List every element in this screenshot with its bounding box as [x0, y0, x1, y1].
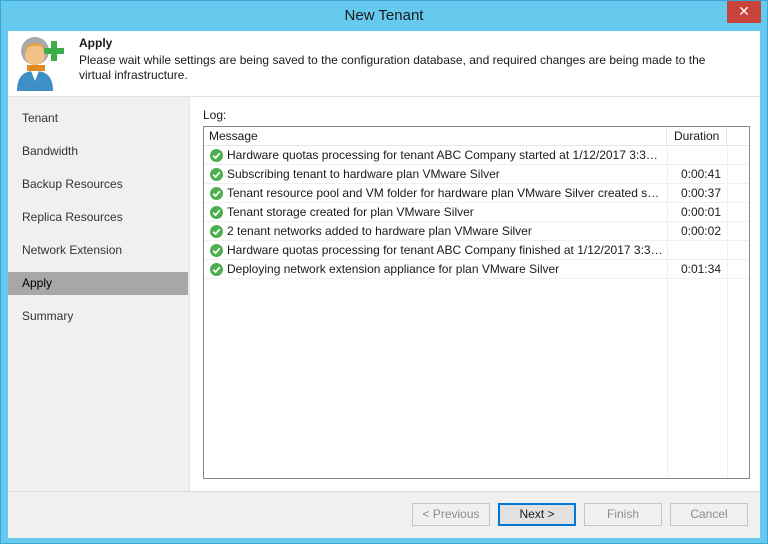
title-bar[interactable]: New Tenant ✕: [1, 1, 767, 31]
wizard-footer: < Previous Next > Finish Cancel: [8, 491, 760, 538]
table-row[interactable]: 2 tenant networks added to hardware plan…: [204, 222, 749, 241]
window-title: New Tenant: [344, 7, 424, 24]
table-row[interactable]: Hardware quotas processing for tenant AB…: [204, 146, 749, 165]
dialog-client: Apply Please wait while settings are bei…: [8, 31, 760, 538]
step-backup-resources[interactable]: Backup Resources: [8, 173, 188, 196]
log-duration: 0:00:02: [680, 224, 721, 238]
log-duration: [667, 241, 721, 260]
log-message: Hardware quotas processing for tenant AB…: [227, 148, 664, 162]
table-row[interactable]: Deploying network extension appliance fo…: [204, 260, 749, 279]
log-message: Subscribing tenant to hardware plan VMwa…: [227, 167, 500, 181]
success-check-icon: [210, 168, 223, 181]
header-title: Apply: [79, 36, 113, 50]
log-label: Log:: [203, 108, 227, 122]
success-check-icon: [210, 149, 223, 162]
success-check-icon: [210, 225, 223, 238]
step-bandwidth[interactable]: Bandwidth: [8, 140, 188, 163]
header-description: Please wait while settings are being sav…: [79, 53, 706, 82]
table-row[interactable]: Tenant resource pool and VM folder for h…: [204, 184, 749, 203]
column-header-duration[interactable]: Duration: [667, 127, 727, 146]
success-check-icon: [210, 187, 223, 200]
log-rows: Hardware quotas processing for tenant AB…: [204, 146, 749, 279]
wizard-body: Tenant Bandwidth Backup Resources Replic…: [8, 96, 760, 492]
step-tenant[interactable]: Tenant: [8, 107, 188, 130]
next-button[interactable]: Next >: [498, 503, 576, 526]
log-duration: [667, 146, 721, 165]
log-message: Hardware quotas processing for tenant AB…: [227, 243, 664, 257]
log-duration: 0:01:34: [680, 262, 721, 276]
step-content: Log: Message Duration Hardware quotas pr…: [189, 97, 760, 492]
step-summary[interactable]: Summary: [8, 305, 188, 328]
log-message: Deploying network extension appliance fo…: [227, 262, 560, 276]
log-duration: 0:00:37: [680, 186, 721, 200]
cancel-button[interactable]: Cancel: [670, 503, 748, 526]
log-table-header: Message Duration: [204, 127, 749, 146]
success-check-icon: [210, 263, 223, 276]
step-apply[interactable]: Apply: [8, 272, 188, 295]
dialog-window: New Tenant ✕ Apply Please wait while set…: [0, 0, 768, 544]
close-icon: ✕: [738, 3, 750, 19]
log-message: Tenant storage created for plan VMware S…: [227, 205, 474, 219]
log-message: 2 tenant networks added to hardware plan…: [227, 224, 532, 238]
log-duration: 0:00:01: [680, 205, 721, 219]
table-row[interactable]: Tenant storage created for plan VMware S…: [204, 203, 749, 222]
table-row[interactable]: Hardware quotas processing for tenant AB…: [204, 241, 749, 260]
tenant-add-icon: [17, 37, 64, 91]
table-row[interactable]: Subscribing tenant to hardware plan VMwa…: [204, 165, 749, 184]
step-replica-resources[interactable]: Replica Resources: [8, 206, 188, 229]
finish-button[interactable]: Finish: [584, 503, 662, 526]
wizard-steps-nav: Tenant Bandwidth Backup Resources Replic…: [8, 97, 188, 492]
previous-button[interactable]: < Previous: [412, 503, 490, 526]
success-check-icon: [210, 206, 223, 219]
wizard-header: Apply Please wait while settings are bei…: [8, 31, 760, 96]
success-check-icon: [210, 244, 223, 257]
step-network-extension[interactable]: Network Extension: [8, 239, 188, 262]
log-duration: 0:00:41: [680, 167, 721, 181]
log-message: Tenant resource pool and VM folder for h…: [227, 186, 664, 200]
close-button[interactable]: ✕: [727, 1, 761, 23]
log-table[interactable]: Message Duration Hardware quotas process…: [203, 126, 750, 479]
column-header-message[interactable]: Message: [204, 127, 667, 146]
